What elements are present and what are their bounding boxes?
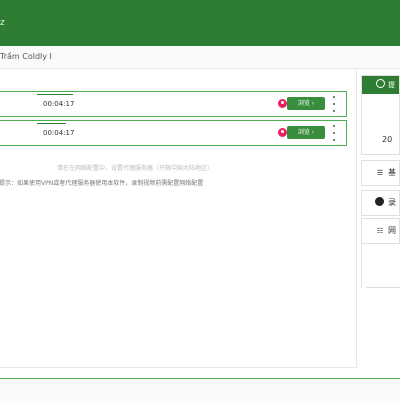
sidebar-header[interactable]: 提 [362,76,399,94]
sidebar-item-basic[interactable]: ☰ 基 [361,160,400,186]
sidebar-item-label: 基 [388,168,396,177]
breadcrumb-bar: Trầm Coldly I [0,46,400,69]
track-row[interactable]: 00:04:17 浏览 › [0,91,347,117]
app-header: z [0,0,400,46]
sidebar-profile-card: 提 20 [361,75,400,155]
footer-bar [0,378,400,401]
vpn-hint: 提示：如果使用VPN或者代理服务器使用本软件，录制视频前需配置网络配置 [0,180,204,187]
sidebar-item-label: 网 [388,226,396,235]
user-circle-icon [376,79,385,88]
track-time: 00:04:17 [43,100,75,108]
sidebar-item-network[interactable]: ☷ 网 [361,218,400,244]
sidebar-item-record[interactable]: 录 [361,190,400,216]
profile-number: 20 [382,135,393,144]
progress-bar [37,123,66,124]
track-row[interactable]: 00:04:17 浏览 › [0,120,347,146]
app-title: z [0,18,5,28]
progress-bar [37,94,73,95]
record-badge-icon[interactable] [278,128,287,137]
record-badge-icon[interactable] [278,99,287,108]
track-list-panel: 00:04:17 浏览 › 00:04:17 浏览 › 请在在网络配置中，设置代… [0,68,357,368]
track-time: 00:04:17 [43,129,75,137]
network-icon: ☷ [376,227,384,235]
sidebar-item-label: 录 [388,198,396,207]
more-options-icon[interactable] [331,125,337,141]
sidebar-lower-panel [361,242,400,288]
browse-button[interactable]: 浏览 › [287,126,325,139]
more-options-icon[interactable] [331,96,337,112]
breadcrumb: Trầm Coldly I [0,52,52,61]
proxy-hint: 请在在网络配置中，设置代理服务器（只限中国大陆地区） [57,165,214,172]
database-icon: ☰ [376,169,384,177]
sidebar-header-label: 提 [388,81,395,89]
dark-circle-icon [375,197,384,206]
browse-button[interactable]: 浏览 › [287,97,325,110]
